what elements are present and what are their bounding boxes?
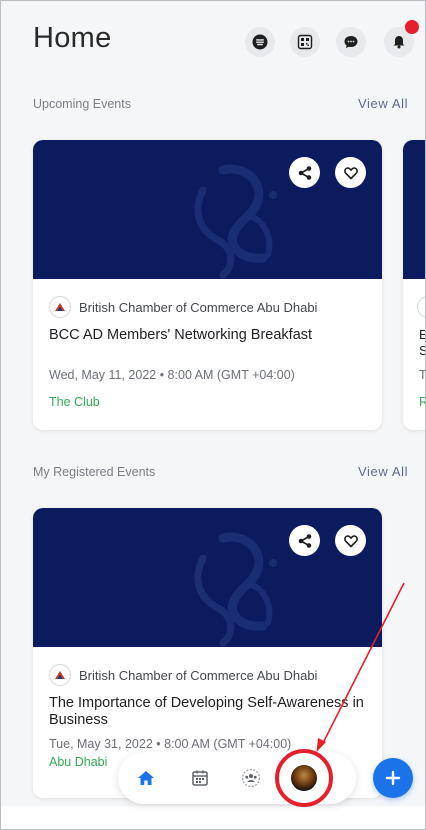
page-title: Home xyxy=(33,22,112,54)
event-location-partial: R xyxy=(419,395,426,409)
organizer-row: British Chamber of Commerce Abu Dhabi xyxy=(49,664,317,686)
share-icon xyxy=(298,165,311,180)
qr-code-icon-glyph xyxy=(297,34,313,50)
event-title: The Importance of Developing Self-Awaren… xyxy=(49,695,364,728)
event-title-partial-line1: E xyxy=(419,327,426,342)
event-date: Tue, May 31, 2022 • 8:00 AM (GMT +04:00) xyxy=(49,737,292,751)
bcc-logo-glyph xyxy=(55,671,65,679)
bottom-safe-area xyxy=(1,806,425,829)
share-icon xyxy=(298,533,311,548)
upcoming-event-card-2[interactable]: E S T R xyxy=(403,140,426,430)
nav-community[interactable] xyxy=(235,762,267,794)
event-banner-image xyxy=(33,140,382,279)
qr-code-icon[interactable] xyxy=(290,27,320,57)
organizer-logo-icon xyxy=(49,296,71,318)
chat-icon[interactable] xyxy=(336,27,366,57)
organizer-logo-icon xyxy=(49,664,71,686)
menu-icon[interactable] xyxy=(245,27,275,57)
chat-icon-glyph xyxy=(344,36,358,48)
nav-home[interactable] xyxy=(130,762,162,794)
calligraphy-logo-watermark xyxy=(194,532,277,647)
profile-avatar xyxy=(291,765,317,791)
nav-calendar[interactable] xyxy=(184,762,216,794)
bottom-navigation-bar xyxy=(118,752,356,804)
menu-icon-glyph xyxy=(252,34,268,50)
organizer-name: British Chamber of Commerce Abu Dhabi xyxy=(79,667,318,683)
app-screen: Home Upcoming Events View All British Ch… xyxy=(0,0,426,830)
community-icon xyxy=(241,768,261,788)
add-button[interactable] xyxy=(373,758,413,798)
favorite-button[interactable] xyxy=(335,157,366,188)
upcoming-view-all-link[interactable]: View All xyxy=(358,96,408,111)
registered-view-all-link[interactable]: View All xyxy=(358,464,408,479)
event-date: Wed, May 11, 2022 • 8:00 AM (GMT +04:00) xyxy=(49,368,295,382)
heart-icon xyxy=(343,166,358,179)
share-button[interactable] xyxy=(289,157,320,188)
event-banner-image-2 xyxy=(403,140,426,279)
organizer-row: British Chamber of Commerce Abu Dhabi xyxy=(49,296,317,318)
home-icon xyxy=(138,771,154,785)
favorite-button[interactable] xyxy=(335,525,366,556)
plus-icon xyxy=(385,770,401,786)
share-button[interactable] xyxy=(289,525,320,556)
event-location: Abu Dhabi xyxy=(49,755,108,769)
event-title-partial-line2: S xyxy=(419,343,426,358)
calligraphy-logo-watermark xyxy=(194,164,277,279)
upcoming-event-card[interactable]: British Chamber of Commerce Abu Dhabi BC… xyxy=(33,140,382,430)
notification-badge xyxy=(405,20,419,34)
notification-bell-icon[interactable] xyxy=(384,20,419,57)
event-date-partial: T xyxy=(419,368,426,382)
event-title: BCC AD Members' Networking Breakfast xyxy=(49,327,313,343)
registered-events-label: My Registered Events xyxy=(33,465,156,479)
organizer-logo-icon-2 xyxy=(417,296,426,318)
heart-icon xyxy=(343,534,358,547)
bcc-logo-glyph xyxy=(55,303,65,311)
bell-icon-glyph xyxy=(393,36,405,49)
nav-profile[interactable] xyxy=(288,762,320,794)
event-location: The Club xyxy=(49,395,100,409)
calendar-icon xyxy=(192,770,208,786)
event-banner-image xyxy=(33,508,382,647)
upcoming-events-label: Upcoming Events xyxy=(33,97,131,111)
organizer-name: British Chamber of Commerce Abu Dhabi xyxy=(79,299,318,315)
